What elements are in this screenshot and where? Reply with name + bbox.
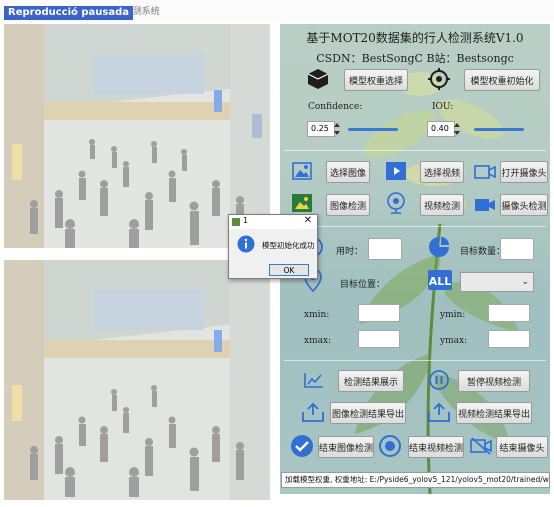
ymin-field [488, 304, 530, 322]
pause-icon [429, 370, 449, 390]
stop-camera-button[interactable]: 结束摄像头 [496, 436, 548, 458]
message-dialog: 1 ✕ 模型初始化成功 OK [228, 214, 318, 279]
check-icon [291, 435, 313, 457]
export-icon [302, 402, 324, 422]
image-detect-button[interactable]: 图像检测 [326, 194, 370, 216]
svg-text:ALL: ALL [429, 275, 452, 288]
image-detect-icon [292, 194, 312, 212]
result-video-view [4, 260, 270, 500]
control-panel: 基于MOT20数据集的行人检测系统V1.0 CSDN：BestSongC B站：… [280, 24, 550, 494]
xmax-label: xmax: [304, 336, 332, 346]
confidence-spinbox[interactable]: 0.25 [307, 121, 335, 137]
author-credits: CSDN：BestSongC B站：Bestsongc [316, 52, 514, 65]
camera-icon [474, 165, 496, 179]
select-video-button[interactable]: 选择视频 [420, 161, 464, 183]
ymax-label: ymax: [440, 336, 468, 346]
export-icon [428, 402, 450, 422]
open-camera-button[interactable]: 打开摄像头 [500, 161, 548, 183]
window-titlebar: 基于MOT20数据集的行人检测系统 Reproducció pausada [0, 0, 554, 22]
section-divider [284, 226, 546, 227]
section-divider [284, 150, 546, 151]
all-icon: ALL [428, 270, 452, 290]
section-divider [284, 360, 546, 361]
playback-paused-label: Reproducció pausada [4, 6, 133, 20]
status-bar: 加载模型权重, 权重地址: E:/Pyside6_yolov5_121/yolo… [281, 472, 550, 488]
cube-icon [307, 69, 329, 89]
chevron-down-icon: ⌄ [521, 277, 529, 287]
export-video-results-button[interactable]: 视频检测结果导出 [456, 402, 532, 424]
stop-image-detect-button[interactable]: 结束图像检测 [318, 436, 374, 458]
window-app-icon [232, 218, 240, 226]
confidence-spin-arrows-icon[interactable] [333, 121, 341, 137]
time-label: 用时： [336, 247, 364, 257]
dialog-message: 模型初始化成功 [262, 241, 315, 250]
stop-video-detect-button[interactable]: 结束视频检测 [408, 436, 464, 458]
stop-icon [379, 435, 401, 457]
iou-label: IOU: [432, 102, 454, 112]
select-weights-button[interactable]: 模型权重选择 [344, 69, 408, 91]
dialog-title: 1 [243, 216, 249, 225]
xmin-field [358, 304, 400, 322]
video-icon [386, 162, 406, 180]
app-title: 基于MOT20数据集的行人检测系统V1.0 [306, 31, 524, 45]
image-icon [292, 162, 312, 180]
ok-button[interactable]: OK [269, 264, 309, 276]
target-position-label: 目标位置： [340, 280, 386, 290]
target-count-label: 目标数量： [460, 247, 506, 257]
video-camera-icon [475, 199, 495, 211]
app-window: 基于MOT20数据集的行人检测系统 Reproducció pausada [0, 0, 554, 507]
target-count-field [500, 238, 534, 260]
confidence-label: Confidence: [308, 102, 363, 112]
xmin-label: xmin: [304, 310, 330, 320]
ymin-label: ymin: [440, 310, 466, 320]
video-detect-button[interactable]: 视频检测 [420, 194, 464, 216]
iou-spin-arrows-icon[interactable] [453, 121, 461, 137]
pause-video-button[interactable]: 暂停视频检测 [458, 370, 530, 392]
ymax-field [488, 330, 530, 348]
iou-spinbox[interactable]: 0.40 [427, 121, 455, 137]
show-results-button[interactable]: 检测结果展示 [338, 370, 404, 392]
camera-off-icon [470, 437, 492, 455]
pie-chart-icon [429, 237, 449, 257]
info-icon [237, 235, 255, 253]
target-icon [428, 68, 450, 90]
init-weights-button[interactable]: 模型权重初始化 [464, 69, 540, 91]
select-image-button[interactable]: 选择图像 [326, 161, 370, 183]
dialog-titlebar: 1 ✕ [229, 215, 317, 229]
target-select-combo[interactable]: ⌄ [460, 272, 534, 292]
export-image-results-button[interactable]: 图像检测结果导出 [330, 402, 406, 424]
time-field [368, 238, 402, 260]
video-haze-overlay [4, 260, 270, 500]
confidence-slider[interactable] [348, 128, 398, 131]
webcam-icon [387, 192, 405, 214]
line-chart-icon [304, 373, 323, 388]
xmax-field [358, 330, 400, 348]
camera-detect-button[interactable]: 摄像头检测 [500, 194, 548, 216]
close-icon[interactable]: ✕ [304, 215, 312, 226]
iou-slider[interactable] [474, 128, 524, 131]
